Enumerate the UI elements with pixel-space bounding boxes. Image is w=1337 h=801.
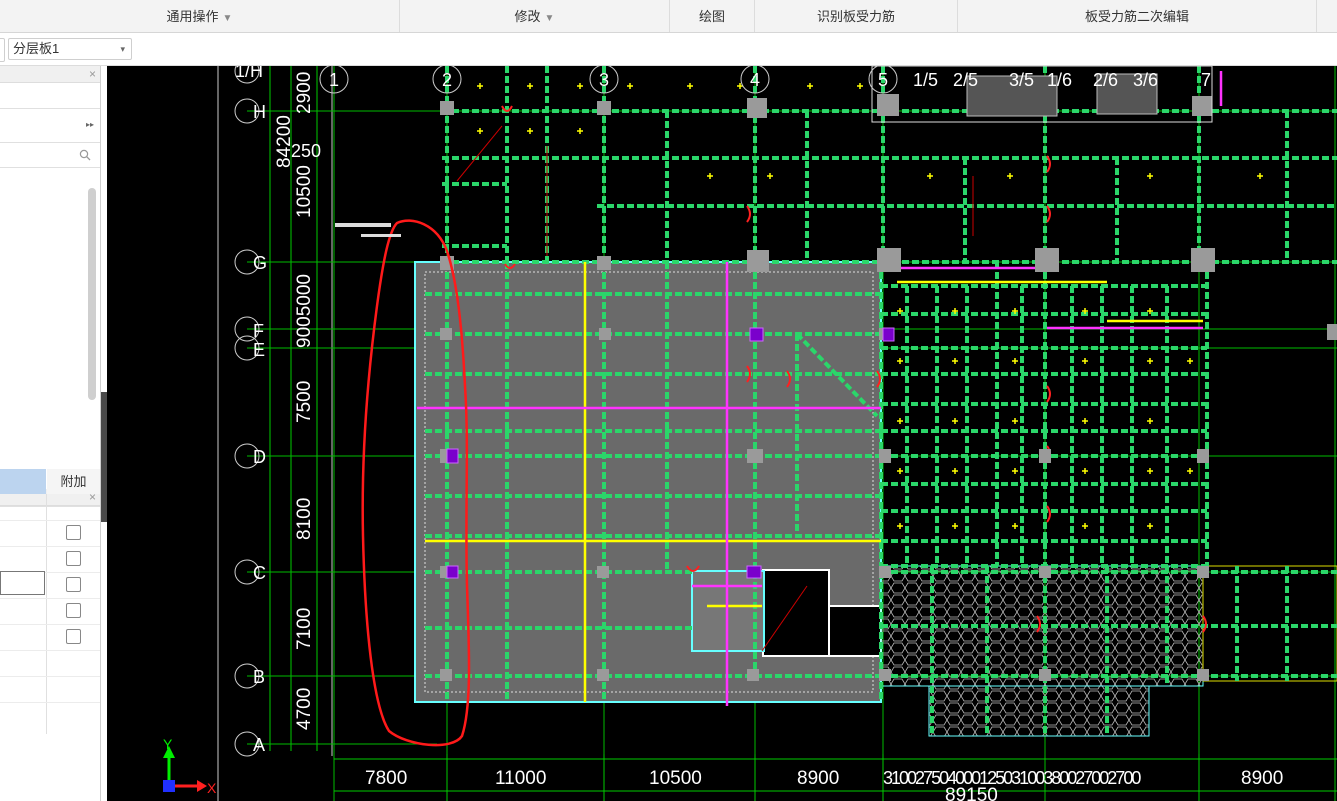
axis-label-2: 2 bbox=[442, 70, 452, 90]
property-grid-header: 附加 bbox=[0, 469, 100, 494]
dim-9005000: 9005000 bbox=[294, 274, 315, 348]
ribbon-group-modify[interactable]: 修改 ▼ bbox=[400, 0, 670, 32]
layer-select-value: 分层板1 bbox=[13, 41, 60, 56]
dim-10500: 10500 bbox=[649, 768, 702, 789]
ucs-x-label: X bbox=[207, 780, 217, 796]
ribbon-group-identify-rebar[interactable]: 识别板受力筋 bbox=[755, 0, 958, 32]
expand-icon[interactable]: ▸▸ bbox=[86, 120, 94, 129]
additional-checkbox[interactable] bbox=[66, 577, 81, 592]
table-row bbox=[0, 520, 100, 547]
drawing-canvas[interactable]: 1/H H G F E D C B A 1 2 3 4 5 1/5 2/5 3/… bbox=[107, 66, 1337, 801]
additional-checkbox[interactable] bbox=[66, 525, 81, 540]
additional-checkbox[interactable] bbox=[66, 551, 81, 566]
ribbon-group-label: 修改 bbox=[514, 9, 541, 24]
additional-checkbox[interactable] bbox=[66, 629, 81, 644]
options-bar: 分层板1 ▾ bbox=[0, 33, 1337, 66]
axis-label-7: 7 bbox=[1201, 70, 1211, 90]
editing-cell[interactable] bbox=[0, 571, 45, 595]
search-icon[interactable] bbox=[79, 149, 91, 161]
table-row bbox=[0, 624, 100, 651]
axis-label-H: H bbox=[253, 102, 266, 122]
table-row bbox=[0, 494, 100, 521]
dim-7800: 7800 bbox=[365, 768, 407, 789]
ucs-icon: Y X bbox=[163, 736, 217, 796]
dim-4700: 4700 bbox=[294, 688, 315, 730]
additional-checkbox[interactable] bbox=[66, 603, 81, 618]
axis-label-F: F bbox=[253, 321, 264, 341]
divider bbox=[0, 167, 100, 168]
bottom-dimensions: 7800 11000 10500 8900 310027504000125031… bbox=[365, 768, 1283, 801]
axis-label-1-5: 1/5 bbox=[913, 70, 938, 90]
axis-label-C: C bbox=[253, 563, 266, 583]
panel-header: × bbox=[0, 66, 100, 83]
slab-opening bbox=[762, 569, 830, 657]
axis-label-B: B bbox=[253, 667, 265, 687]
axis-label-A: A bbox=[253, 735, 265, 755]
dim-11000: 11000 bbox=[495, 768, 546, 789]
ribbon-group-label: 通用操作 bbox=[166, 9, 219, 24]
axis-label-4: 4 bbox=[750, 70, 760, 90]
axis-label-1: 1 bbox=[329, 70, 339, 90]
axis-label-1H: 1/H bbox=[235, 66, 263, 81]
dim-7500: 7500 bbox=[294, 381, 315, 423]
scrollbar-thumb[interactable] bbox=[88, 188, 96, 400]
dim-cluster: 31002750400012503100380027002700 bbox=[883, 768, 1141, 788]
collapsed-combo[interactable] bbox=[0, 38, 5, 62]
dim-250: 250 bbox=[291, 141, 321, 161]
axis-label-E: E bbox=[253, 340, 265, 360]
divider bbox=[0, 108, 100, 109]
close-icon[interactable]: × bbox=[89, 66, 96, 82]
left-dimensions: 2900 84200 250 10500 9005000 7500 8100 7… bbox=[274, 72, 321, 730]
dim-2900: 2900 bbox=[294, 72, 315, 114]
ribbon-group-rebar-secondary-edit[interactable]: 板受力筋二次编辑 bbox=[958, 0, 1317, 32]
cad-drawing: 1/H H G F E D C B A 1 2 3 4 5 1/5 2/5 3/… bbox=[163, 66, 1337, 801]
header-cell-selected[interactable] bbox=[0, 469, 46, 494]
ribbon-group-label: 识别板受力筋 bbox=[816, 9, 895, 24]
ucs-y-label: Y bbox=[163, 736, 173, 752]
ribbon-group-common-ops[interactable]: 通用操作 ▼ bbox=[0, 0, 400, 32]
ribbon-group-draw[interactable]: 绘图 bbox=[670, 0, 755, 32]
table-row bbox=[0, 676, 100, 703]
table-row bbox=[0, 598, 100, 625]
ribbon-group-label: 绘图 bbox=[698, 9, 725, 24]
chevron-down-icon: ▼ bbox=[544, 13, 555, 24]
table-row bbox=[0, 546, 100, 573]
dim-total: 89150 bbox=[945, 785, 998, 801]
table-row bbox=[0, 650, 100, 677]
dim-8900-right: 8900 bbox=[1241, 768, 1283, 789]
dim-10500: 10500 bbox=[294, 165, 315, 218]
ribbon-group-label: 板受力筋二次编辑 bbox=[1084, 9, 1189, 24]
chevron-down-icon: ▼ bbox=[222, 13, 233, 24]
dim-8900: 8900 bbox=[797, 768, 839, 789]
axis-label-D: D bbox=[253, 447, 266, 467]
ribbon-toolbar: 通用操作 ▼ 修改 ▼ 绘图 识别板受力筋 板受力筋二次编辑 bbox=[0, 0, 1337, 33]
chevron-down-icon: ▾ bbox=[120, 44, 125, 54]
axis-label-2-5: 2/5 bbox=[953, 70, 978, 90]
axis-label-G: G bbox=[253, 253, 267, 273]
dim-8100: 8100 bbox=[294, 498, 315, 540]
dim-7100: 7100 bbox=[294, 608, 315, 650]
axis-label-3-5: 3/5 bbox=[1009, 70, 1034, 90]
axis-label-3: 3 bbox=[599, 70, 609, 90]
axis-label-1-6: 1/6 bbox=[1047, 70, 1072, 90]
search-input[interactable] bbox=[0, 143, 100, 167]
layer-select[interactable]: 分层板1 ▾ bbox=[8, 38, 132, 60]
axis-label-2-6: 2/6 bbox=[1093, 70, 1118, 90]
axis-label-5: 5 bbox=[878, 70, 888, 90]
axis-label-3-6: 3/6 bbox=[1133, 70, 1158, 90]
header-cell-additional: 附加 bbox=[47, 469, 100, 494]
